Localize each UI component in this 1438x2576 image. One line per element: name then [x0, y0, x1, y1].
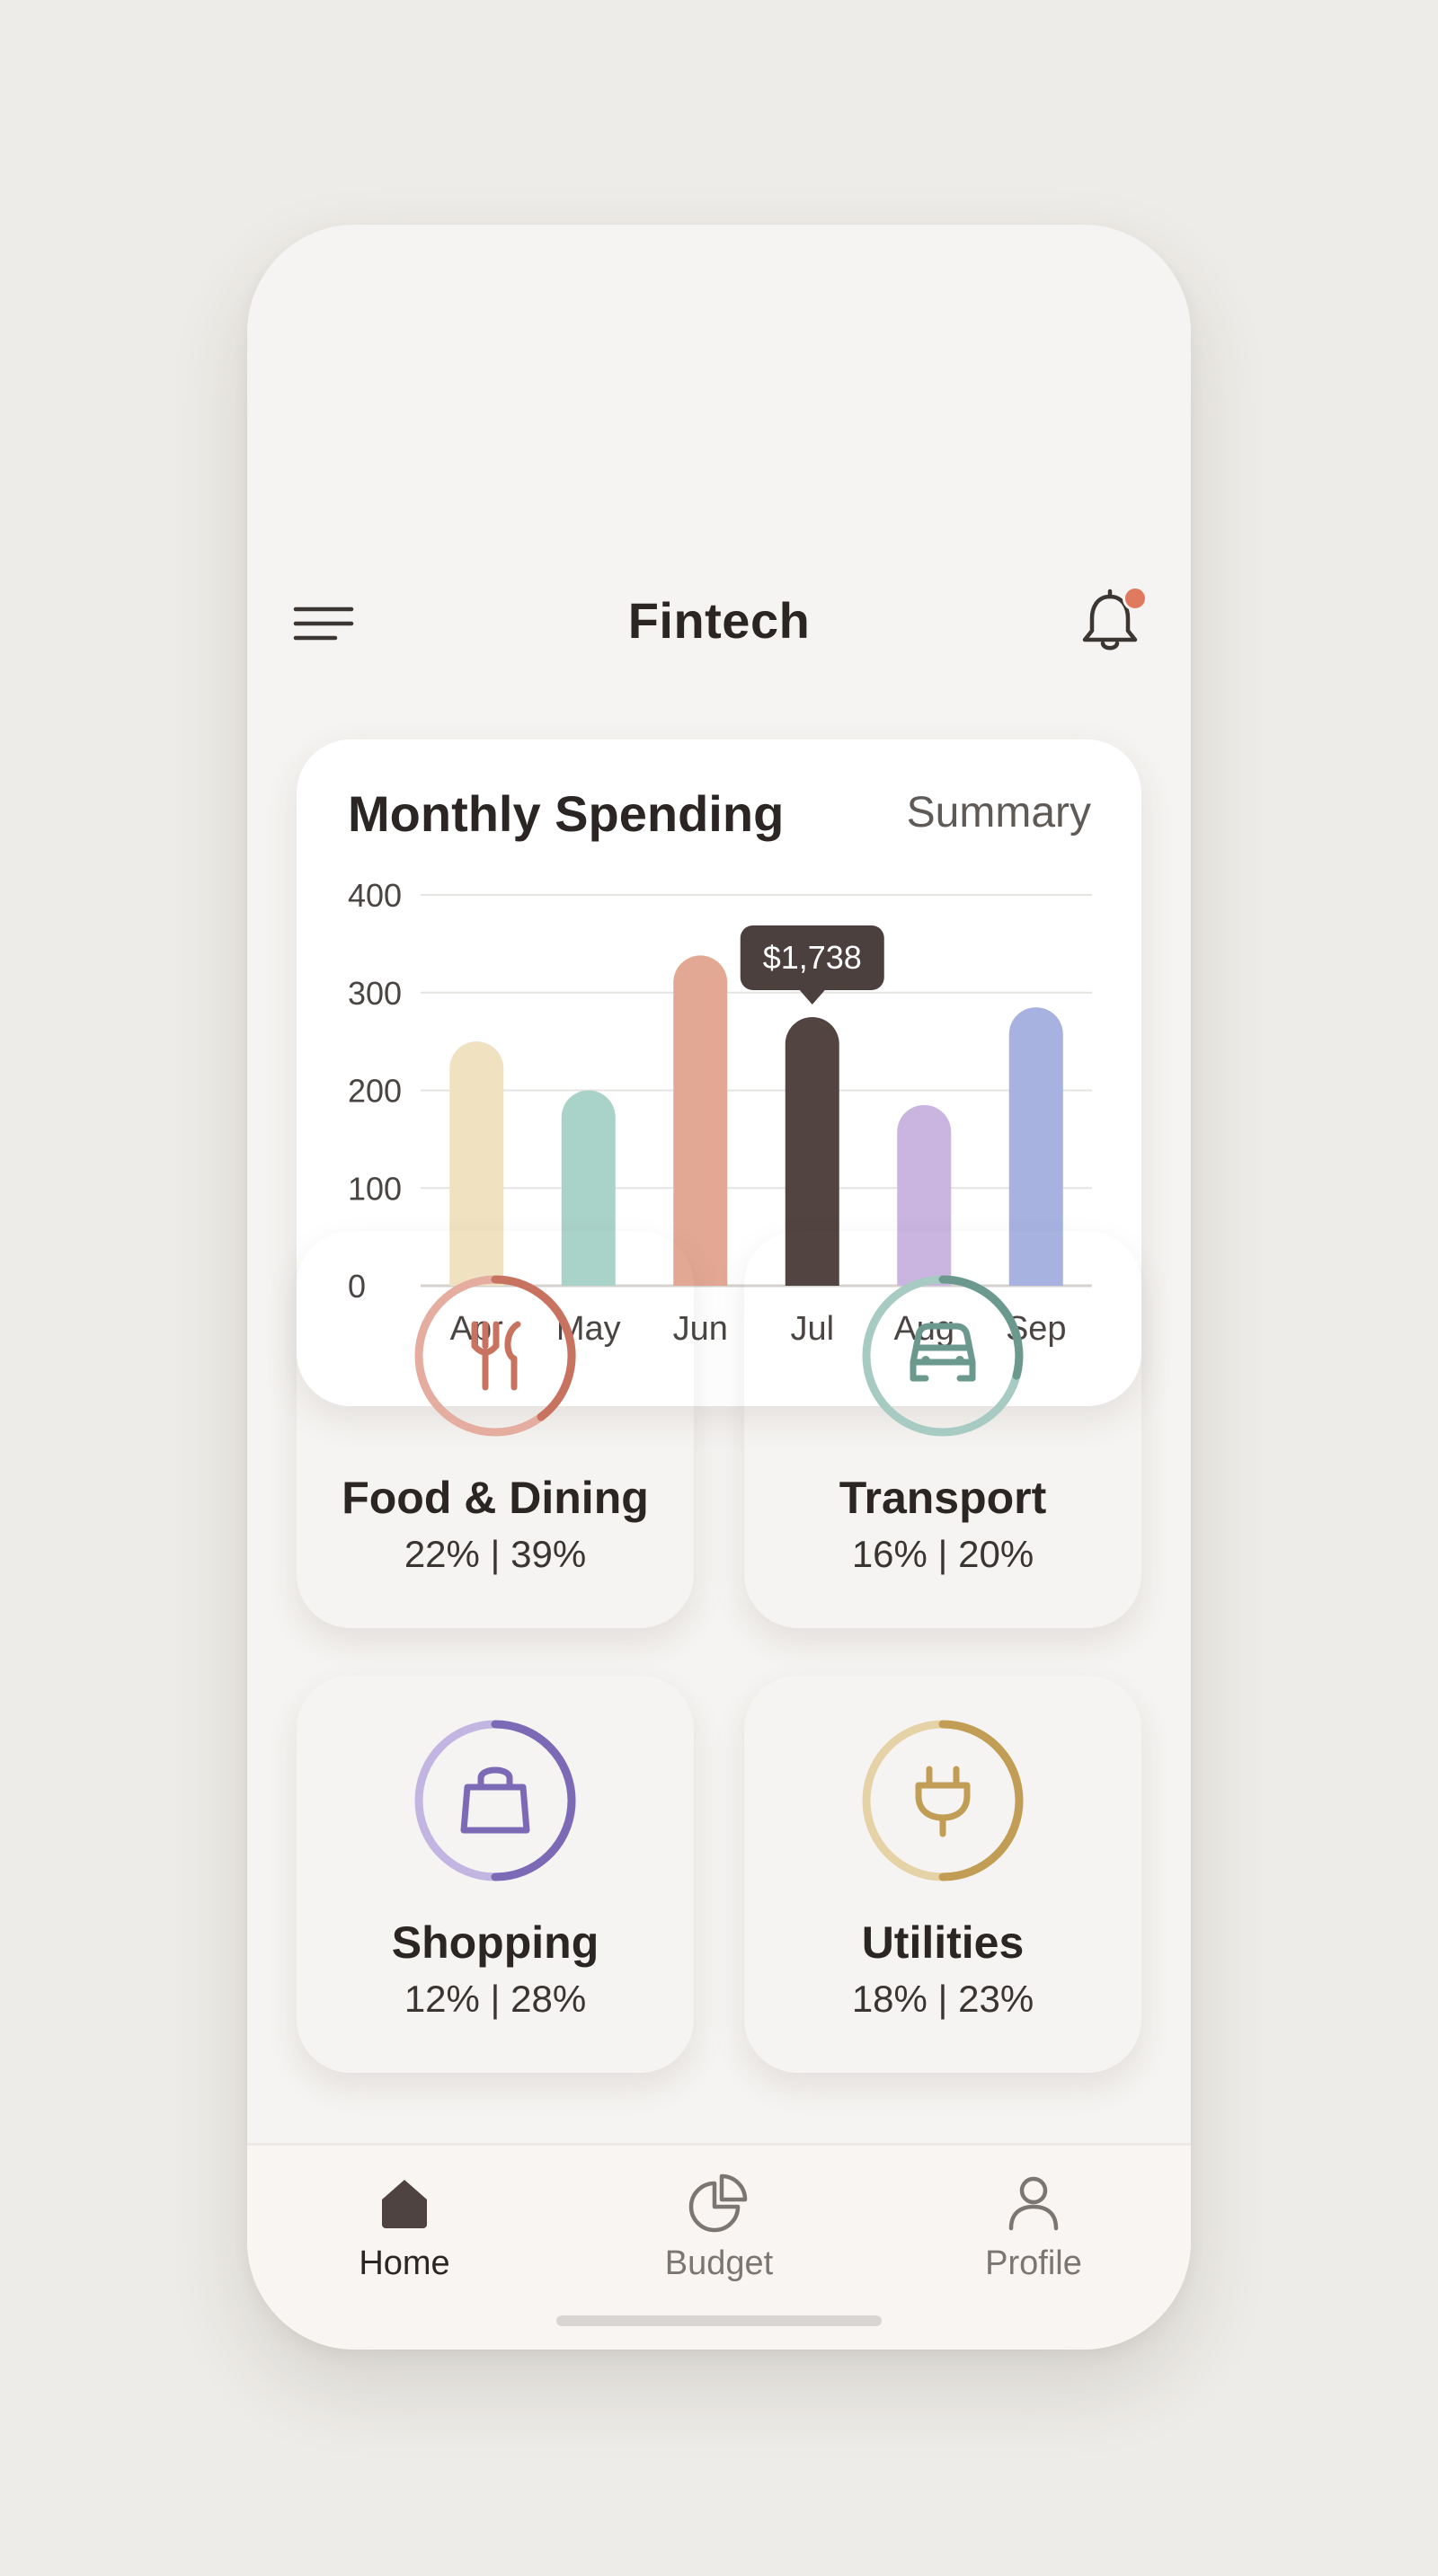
y-tick-label: 400: [348, 877, 402, 914]
app-header: Fintech: [247, 548, 1191, 701]
app-title: Fintech: [627, 592, 811, 649]
tooltip-pointer: [799, 989, 825, 1005]
plug-icon: [915, 1766, 971, 1837]
transport-progress-ring: [862, 1275, 1024, 1437]
category-card-transport[interactable]: Transport 16% | 20%: [744, 1231, 1141, 1628]
nav-item-home[interactable]: Home: [306, 2164, 503, 2298]
shopping-progress-arc: [491, 1720, 576, 1881]
nav-item-budget[interactable]: Budget: [620, 2164, 818, 2298]
nav-item-profile[interactable]: Profile: [935, 2164, 1132, 2298]
category-name: Shopping: [391, 1917, 599, 1968]
phone-frame: Fintech Monthly Spending Summary 0 100 200…: [247, 225, 1191, 2350]
nav-label-budget: Budget: [664, 2244, 774, 2282]
y-tick-label: 200: [348, 1073, 402, 1110]
nav-label-home: Home: [359, 2244, 450, 2282]
category-card-food-dining[interactable]: Food & Dining 22% | 39%: [297, 1231, 694, 1628]
pie-chart-icon: [688, 2173, 748, 2233]
fork-knife-icon: [471, 1321, 521, 1391]
home-indicator: [556, 2315, 882, 2326]
category-percentages: 12% | 28%: [404, 1978, 587, 2020]
notifications-button[interactable]: [1074, 586, 1148, 658]
category-name: Transport: [839, 1473, 1047, 1523]
category-percentages: 16% | 20%: [851, 1533, 1034, 1575]
y-tick-label: 100: [348, 1170, 402, 1207]
shopping-bag-icon: [460, 1766, 530, 1834]
bar-jun: [673, 955, 728, 1286]
y-tick-label: 300: [348, 975, 402, 1012]
food-dining-progress-ring: [414, 1275, 576, 1437]
category-card-shopping[interactable]: Shopping 12% | 28%: [297, 1676, 694, 2073]
category-card-utilities[interactable]: Utilities 18% | 23%: [744, 1676, 1141, 2073]
category-percentages: 18% | 23%: [851, 1978, 1034, 2020]
tooltip-value: $1,738: [763, 939, 862, 976]
utilities-progress-arc: [938, 1720, 1024, 1881]
category-percentages: 22% | 39%: [404, 1533, 587, 1575]
utilities-progress-ring: [862, 1720, 1024, 1881]
shopping-progress-ring: [414, 1720, 576, 1881]
car-icon: [910, 1323, 976, 1382]
user-icon: [1008, 2176, 1059, 2231]
notification-badge: [1123, 586, 1148, 611]
nav-label-profile: Profile: [985, 2244, 1082, 2282]
home-icon: [382, 2180, 427, 2228]
category-name: Utilities: [861, 1917, 1025, 1968]
category-name: Food & Dining: [342, 1473, 649, 1523]
